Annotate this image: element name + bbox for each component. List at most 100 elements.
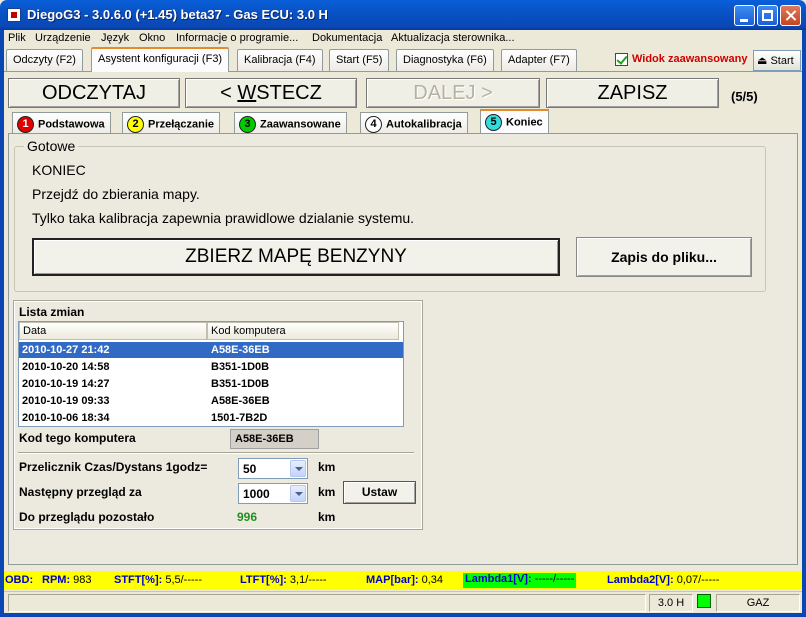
- next-service-value: 1000: [243, 487, 270, 501]
- window-border-right: [802, 30, 806, 617]
- tab-diagnostyka[interactable]: Diagnostyka (F6): [396, 49, 494, 71]
- menu-jezyk[interactable]: Język: [101, 32, 129, 44]
- table-row[interactable]: 2010-10-19 14:27 B351-1D0B: [19, 376, 403, 392]
- tab-adapter[interactable]: Adapter (F7): [501, 49, 577, 71]
- set-button[interactable]: Ustaw: [343, 481, 416, 504]
- remaining-value: 996: [237, 510, 258, 524]
- title-bar[interactable]: DiegoG3 - 3.0.6.0 (+1.45) beta37 - Gas E…: [0, 0, 806, 30]
- tab-asystent[interactable]: Asystent konfiguracji (F3): [91, 47, 230, 72]
- table-row[interactable]: 2010-10-20 14:58 B351-1D0B: [19, 359, 403, 375]
- next-service-label: Następny przegląd za: [19, 485, 142, 499]
- status-message: [8, 594, 646, 612]
- next-service-unit: km: [318, 485, 336, 499]
- obd-lambda2: Lambda2[V]: 0,07/-----: [607, 574, 719, 586]
- subtab-zaawansowane[interactable]: 3 Zaawansowane: [234, 112, 347, 134]
- start-button-label: Start: [770, 55, 794, 67]
- collect-petrol-map-button[interactable]: ZBIERZ MAPĘ BENZYNY: [32, 238, 560, 276]
- back-button[interactable]: < WSTECZ: [185, 78, 357, 108]
- ready-line-2: Przejdź do zbierania mapy.: [32, 186, 200, 202]
- divider: [18, 452, 414, 454]
- computer-code-label: Kod tego komputera: [19, 431, 136, 445]
- converter-label: Przelicznik Czas/Dystans 1godz=: [19, 460, 208, 474]
- close-button[interactable]: [780, 5, 801, 26]
- status-bar: 3.0 H GAZ: [4, 591, 802, 613]
- menu-plik[interactable]: Plik: [8, 32, 26, 44]
- subtab-podstawowa[interactable]: 1 Podstawowa: [12, 112, 111, 134]
- converter-unit: km: [318, 460, 336, 474]
- obd-ltft: LTFT[%]: 3,1/-----: [240, 574, 327, 586]
- lambda1-value: -----/-----: [534, 573, 575, 585]
- list-header: Data Kod komputera: [19, 322, 403, 340]
- table-row[interactable]: 2010-10-19 09:33 A58E-36EB: [19, 393, 403, 409]
- app-icon[interactable]: [7, 8, 21, 22]
- rpm-label: RPM:: [42, 574, 71, 586]
- next-service-select[interactable]: 1000: [238, 483, 308, 504]
- table-row[interactable]: 2010-10-27 21:42 A58E-36EB: [19, 342, 403, 358]
- save-to-file-button[interactable]: Zapis do pliku...: [576, 237, 752, 277]
- advanced-view-label[interactable]: Widok zaawansowany: [632, 53, 753, 65]
- converter-select[interactable]: 50: [238, 458, 308, 479]
- window-border-left: [0, 30, 4, 617]
- subtab-przelaczanie[interactable]: 2 Przełączanie: [122, 112, 221, 134]
- ready-line-1: KONIEC: [32, 162, 86, 178]
- menu-okno[interactable]: Okno: [139, 32, 165, 44]
- step-number-icon: 1: [17, 116, 34, 133]
- map-value: 0,34: [421, 574, 444, 586]
- gas-status-led-icon: [697, 594, 711, 608]
- stft-value: 5,5/-----: [165, 574, 202, 586]
- step-counter: (5/5): [731, 89, 758, 104]
- ltft-label: LTFT[%]:: [240, 574, 287, 586]
- row-date: 2010-10-06 18:34: [22, 412, 110, 424]
- map-label: MAP[bar]:: [366, 574, 419, 586]
- chevron-down-icon[interactable]: [290, 460, 306, 477]
- tab-odczyty[interactable]: Odczyty (F2): [6, 49, 83, 71]
- save-button[interactable]: ZAPISZ: [546, 78, 719, 108]
- row-code: A58E-36EB: [211, 344, 270, 356]
- subtab-koniec[interactable]: 5 Koniec: [480, 109, 549, 134]
- row-date: 2010-10-20 14:58: [22, 361, 110, 373]
- change-list-view[interactable]: Data Kod komputera 2010-10-27 21:42 A58E…: [18, 321, 404, 427]
- ltft-value: 3,1/-----: [289, 574, 327, 586]
- column-header-code[interactable]: Kod komputera: [207, 322, 399, 340]
- remaining-unit: km: [318, 510, 336, 524]
- converter-value: 50: [243, 462, 257, 476]
- eject-icon: ⏏: [757, 55, 771, 67]
- back-label-rest: STECZ: [256, 82, 322, 104]
- row-date: 2010-10-19 14:27: [22, 378, 110, 390]
- obd-lambda1: Lambda1[V]: -----/-----: [463, 573, 577, 588]
- tab-start[interactable]: Start (F5): [329, 49, 390, 71]
- menu-informacje[interactable]: Informacje o programie...: [176, 32, 298, 44]
- menu-dokumentacja[interactable]: Dokumentacja: [312, 32, 382, 44]
- advanced-view-checkbox[interactable]: [615, 53, 628, 66]
- subtab-label: Podstawowa: [38, 118, 105, 131]
- start-button[interactable]: ⏏ Start: [753, 50, 801, 71]
- tab-kalibracja[interactable]: Kalibracja (F4): [237, 49, 323, 71]
- subtab-label: Koniec: [506, 116, 543, 129]
- back-label-prefix: <: [220, 82, 238, 104]
- column-header-date[interactable]: Data: [19, 322, 207, 340]
- menu-urzadzenie[interactable]: Urządzenie: [35, 32, 91, 44]
- rpm-value: 983: [73, 574, 92, 586]
- change-list-title: Lista zmian: [19, 305, 85, 319]
- window-title: DiegoG3 - 3.0.6.0 (+1.45) beta37 - Gas E…: [27, 7, 328, 22]
- subtab-label: Zaawansowane: [260, 118, 341, 131]
- subtab-autokalibracja[interactable]: 4 Autokalibracja: [360, 112, 468, 134]
- obd-status-bar: OBD: RPM: 983 STFT[%]: 5,5/----- LTFT[%]…: [4, 571, 802, 590]
- status-fuel: GAZ: [716, 594, 800, 612]
- read-button[interactable]: ODCZYTAJ: [8, 78, 180, 108]
- back-label-underlined: W: [237, 82, 257, 104]
- chevron-down-icon[interactable]: [290, 485, 306, 502]
- minimize-button[interactable]: [734, 5, 755, 26]
- row-code: A58E-36EB: [211, 395, 270, 407]
- maximize-button[interactable]: [757, 5, 778, 26]
- menu-aktualizacja[interactable]: Aktualizacja sterownika...: [391, 32, 515, 44]
- step-number-icon: 3: [239, 116, 256, 133]
- lambda2-label: Lambda2[V]:: [607, 574, 674, 586]
- subtab-label: Autokalibracja: [386, 118, 462, 131]
- lambda1-label: Lambda1[V]:: [465, 573, 532, 585]
- table-row[interactable]: 2010-10-06 18:34 1501-7B2D: [19, 410, 403, 426]
- next-button[interactable]: DALEJ >: [366, 78, 540, 108]
- row-code: 1501-7B2D: [211, 412, 268, 424]
- subtab-label: Przełączanie: [148, 118, 215, 131]
- computer-code-field: A58E-36EB: [230, 429, 319, 449]
